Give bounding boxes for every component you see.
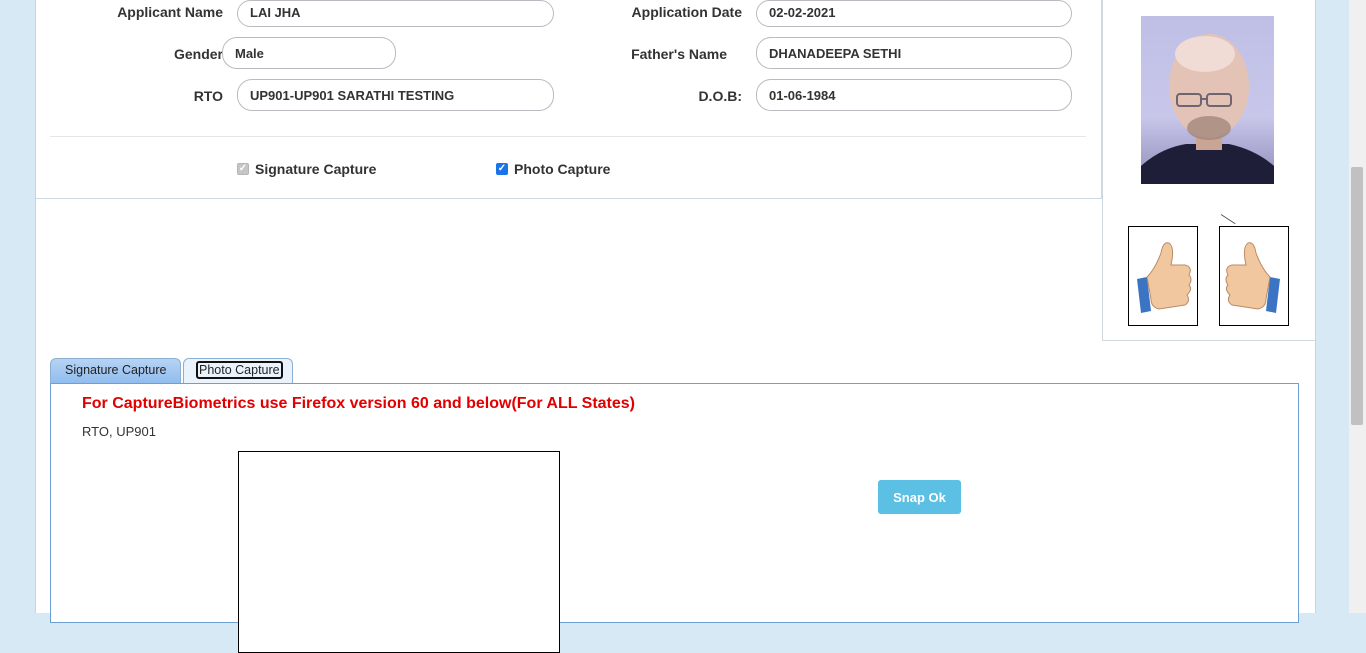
fathers-name-label: Father's Name	[631, 46, 727, 62]
application-date-label: Application Date	[631, 4, 742, 20]
tab-signature-capture-label: Signature Capture	[65, 363, 167, 377]
dob-field[interactable]: 01-06-1984	[756, 79, 1072, 111]
snap-ok-button[interactable]: Snap Ok	[878, 480, 961, 514]
scrollbar-thumb[interactable]	[1351, 167, 1363, 425]
photo-capture-label: Photo Capture	[514, 161, 611, 177]
gender-field[interactable]: Male	[222, 37, 396, 69]
dob-label: D.O.B:	[698, 88, 742, 104]
signature-capture-checkbox[interactable]: ✓ Signature Capture	[237, 161, 376, 177]
applicant-details-panel: Applicant Name LAI JHA Application Date …	[36, 0, 1102, 199]
gender-label: Gender	[173, 46, 223, 62]
tab-photo-capture[interactable]: Photo Capture	[183, 358, 293, 384]
fathers-name-field[interactable]: DHANADEEPA SETHI	[756, 37, 1072, 69]
check-icon: ✓	[496, 163, 508, 175]
check-icon: ✓	[237, 163, 249, 175]
photo-capture-checkbox[interactable]: ✓ Photo Capture	[496, 161, 610, 177]
application-date-field[interactable]: 02-02-2021	[756, 0, 1072, 27]
biometrics-preview-panel	[1102, 0, 1315, 341]
thumbs-up-right-icon	[1225, 242, 1280, 313]
left-thumb-preview	[1128, 226, 1198, 326]
applicant-photo	[1141, 16, 1274, 184]
page-container: Applicant Name LAI JHA Application Date …	[35, 0, 1316, 653]
applicant-name-label: Applicant Name	[117, 4, 223, 20]
thumbs-up-left-icon	[1137, 242, 1192, 313]
divider-mark	[1220, 214, 1236, 225]
tab-photo-capture-label: Photo Capture	[196, 361, 283, 379]
applicant-name-field[interactable]: LAI JHA	[237, 0, 554, 27]
right-thumb-preview	[1219, 226, 1289, 326]
signature-capture-label: Signature Capture	[255, 161, 377, 177]
photo-capture-panel: For CaptureBiometrics use Firefox versio…	[50, 383, 1299, 653]
firefox-warning: For CaptureBiometrics use Firefox versio…	[82, 395, 636, 412]
rto-info: RTO, UP901	[82, 424, 156, 439]
camera-preview	[238, 451, 560, 653]
rto-field[interactable]: UP901-UP901 SARATHI TESTING	[237, 79, 554, 111]
page-scrollbar[interactable]	[1349, 0, 1366, 613]
rto-label: RTO	[193, 88, 223, 104]
form-divider	[50, 136, 1086, 137]
tab-signature-capture[interactable]: Signature Capture	[50, 358, 181, 384]
